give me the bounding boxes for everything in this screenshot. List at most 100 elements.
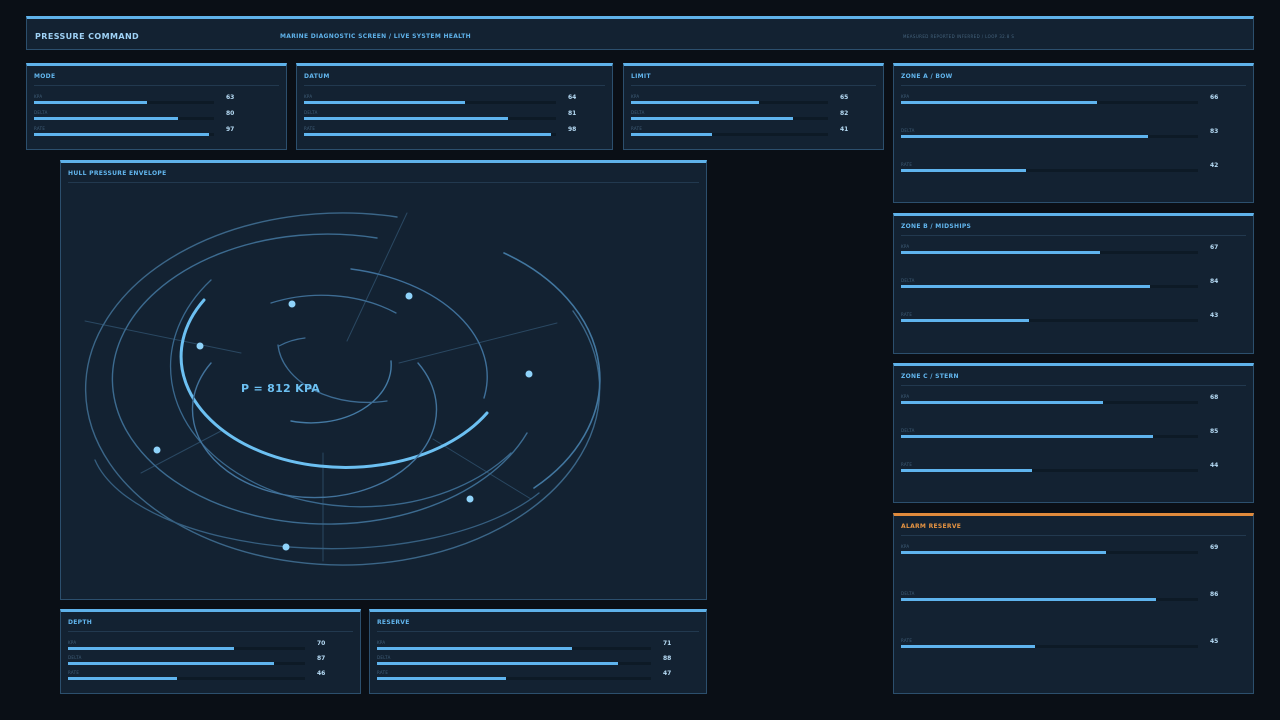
metric-bar-track <box>631 101 828 104</box>
datum-panel: DATUM KPA 64 DELTA 81 RATE 98 <box>296 63 613 150</box>
metric-bar-fill <box>631 101 760 104</box>
panel-title: ZONE B / MIDSHIPS <box>901 223 972 230</box>
metric-bar-track <box>304 101 556 104</box>
inner-ring-arc <box>278 337 306 347</box>
panel-divider <box>34 85 279 86</box>
metric-bar-fill <box>901 551 1106 554</box>
metric-bar-track <box>377 647 651 650</box>
panel-divider <box>901 85 1246 86</box>
metric-row: RATE 41 <box>631 126 876 140</box>
metric-label: DELTA <box>68 655 82 660</box>
metric-bar-fill <box>901 645 1035 648</box>
page-subtitle: MARINE DIAGNOSTIC SCREEN / LIVE SYSTEM H… <box>280 33 471 40</box>
sensor-node <box>153 446 161 454</box>
metric-bar-fill <box>901 101 1098 104</box>
metric-value: 64 <box>568 94 577 101</box>
metric-bar-track <box>68 647 305 650</box>
metric-bar-track <box>901 285 1198 288</box>
metric-value: 67 <box>1210 244 1219 251</box>
metric-bar-fill <box>304 133 551 136</box>
outer-ring-arc <box>503 252 601 489</box>
metric-bar-track <box>631 117 828 120</box>
metric-row: RATE 98 <box>304 126 605 140</box>
metric-bar-fill <box>34 117 178 120</box>
metric-bar-track <box>68 662 305 665</box>
metric-value: 86 <box>1210 591 1219 598</box>
metric-label: DELTA <box>34 110 48 115</box>
metric-bar-fill <box>304 117 509 120</box>
panel-title: ZONE C / STERN <box>901 373 959 380</box>
metric-bar-track <box>901 645 1198 648</box>
metric-row: RATE 43 <box>901 312 1246 326</box>
metric-bar-fill <box>901 401 1103 404</box>
metric-bar-track <box>901 101 1198 104</box>
metric-value: 66 <box>1210 94 1219 101</box>
sensor-node <box>405 292 413 300</box>
metric-value: 84 <box>1210 278 1219 285</box>
metric-label: DELTA <box>377 655 391 660</box>
panel-divider <box>901 385 1246 386</box>
outer-ring-arc <box>94 459 540 550</box>
metric-row: KPA 67 <box>901 244 1246 258</box>
sensor-node <box>288 300 296 308</box>
metric-row: RATE 97 <box>34 126 279 140</box>
metric-row: KPA 71 <box>377 640 699 654</box>
sensor-node <box>466 495 474 503</box>
metric-bar-fill <box>34 101 148 104</box>
metric-bar-track <box>901 551 1198 554</box>
metric-value: 80 <box>226 110 235 117</box>
active-pressure-arc <box>179 298 489 469</box>
outer-ring-arc <box>111 233 528 525</box>
metric-row: DELTA 88 <box>377 655 699 669</box>
metric-value: 82 <box>840 110 849 117</box>
metric-label: KPA <box>901 394 910 399</box>
metric-value: 65 <box>840 94 849 101</box>
panel-divider <box>901 535 1246 536</box>
metric-label: RATE <box>68 670 80 675</box>
metric-bar-fill <box>377 647 572 650</box>
metric-label: DELTA <box>901 278 915 283</box>
metric-value: 81 <box>568 110 577 117</box>
metric-row: RATE 42 <box>901 162 1246 176</box>
metric-bar-fill <box>631 133 712 136</box>
metric-label: RATE <box>901 312 913 317</box>
metric-row: RATE 45 <box>901 638 1246 652</box>
metric-value: 85 <box>1210 428 1219 435</box>
metric-row: KPA 65 <box>631 94 876 108</box>
metric-label: KPA <box>901 544 910 549</box>
metric-bar-fill <box>68 647 234 650</box>
panel-divider <box>68 182 699 183</box>
metric-bar-track <box>901 319 1198 322</box>
metric-bar-track <box>901 598 1198 601</box>
metric-bar-fill <box>901 469 1032 472</box>
metric-label: DELTA <box>901 428 915 433</box>
metric-bar-fill <box>68 677 178 680</box>
metric-value: 46 <box>317 670 326 677</box>
metric-value: 71 <box>663 640 672 647</box>
metric-bar-track <box>901 169 1198 172</box>
metric-label: DELTA <box>631 110 645 115</box>
metric-bar-track <box>901 251 1198 254</box>
metric-bar-fill <box>631 117 793 120</box>
metric-bar-fill <box>901 135 1148 138</box>
metric-label: KPA <box>631 94 640 99</box>
status-legend: MEASURED REPORTED INFERRED / LOOP 32.8 S <box>903 34 1015 39</box>
metric-label: RATE <box>34 126 46 131</box>
metric-label: DELTA <box>304 110 318 115</box>
metric-bar-fill <box>34 133 209 136</box>
metric-bar-track <box>901 401 1198 404</box>
metric-bar-fill <box>377 662 619 665</box>
metric-bar-track <box>901 135 1198 138</box>
metric-row: DELTA 80 <box>34 110 279 124</box>
metric-row: DELTA 86 <box>901 591 1246 605</box>
metric-label: DELTA <box>901 128 915 133</box>
panel-title: MODE <box>34 73 56 80</box>
metric-bar-track <box>901 435 1198 438</box>
hull-panel-title: HULL PRESSURE ENVELOPE <box>68 170 167 177</box>
metric-row: KPA 68 <box>901 394 1246 408</box>
panel-title: LIMIT <box>631 73 651 80</box>
metric-bar-track <box>631 133 828 136</box>
metric-value: 47 <box>663 670 672 677</box>
metric-label: RATE <box>304 126 316 131</box>
metric-value: 44 <box>1210 462 1219 469</box>
